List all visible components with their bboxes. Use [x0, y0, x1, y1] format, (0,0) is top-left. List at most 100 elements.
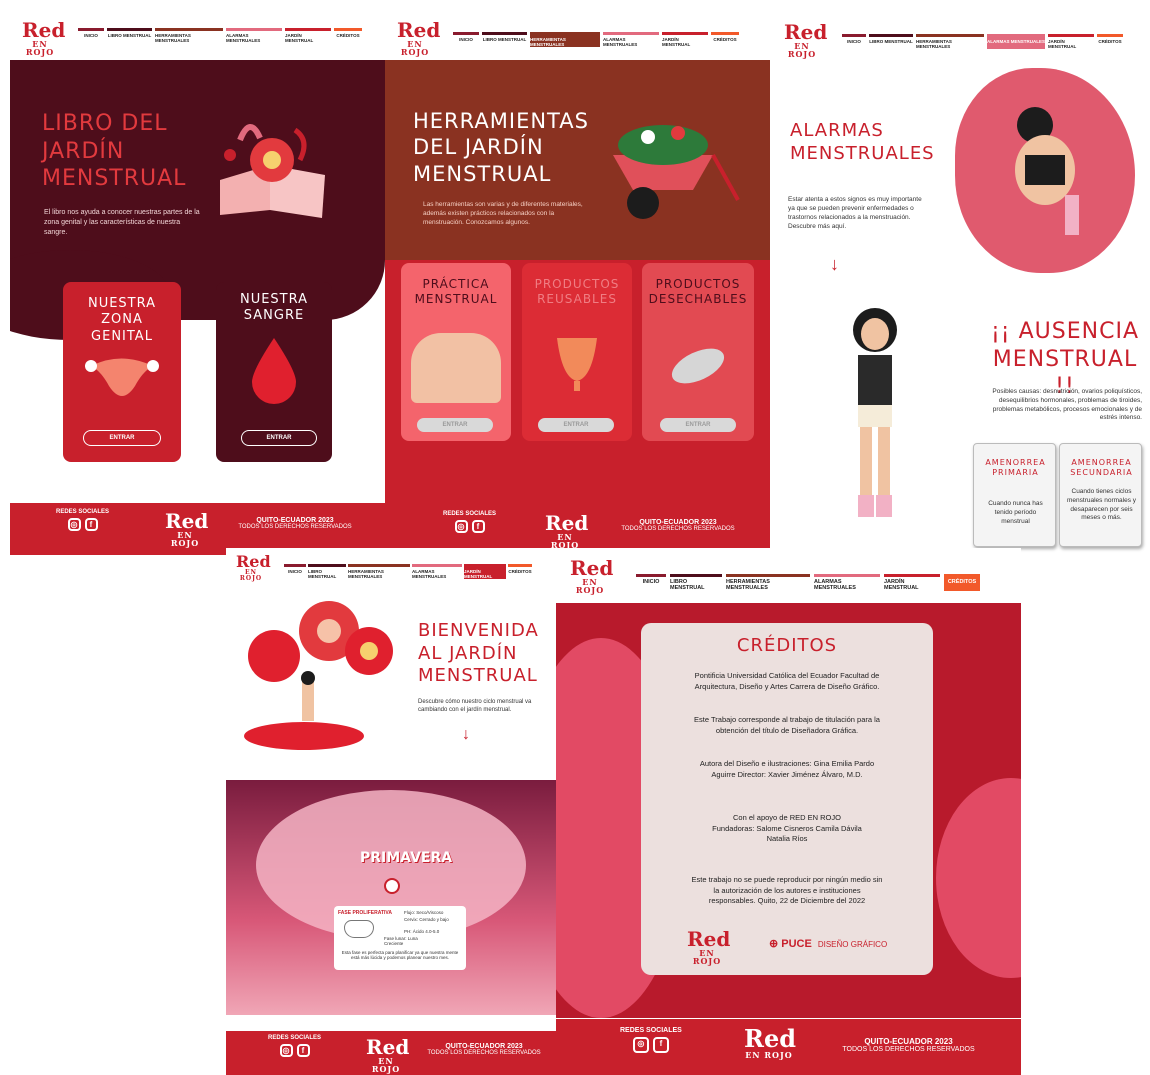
nav-label: JARDÍN MENSTRUAL — [1048, 39, 1077, 49]
nav-jardin[interactable]: JARDÍN MENSTRUAL — [464, 564, 506, 579]
card-amenorrea-secundaria[interactable]: AMENORREA SECUNDARIA Cuando tienes ciclo… — [1059, 443, 1142, 547]
nav-alarmas[interactable]: ALARMAS MENSTRUALES — [814, 574, 880, 591]
card-title: NUESTRA SANGRE — [239, 292, 309, 324]
nav-herramientas[interactable]: HERRAMIENTAS MENSTRUALES — [348, 564, 410, 579]
social-label: REDES SOCIALES — [620, 1027, 682, 1034]
nav-creditos[interactable]: CRÉDITOS — [944, 574, 980, 591]
popup-lunar: Fase lunar: Luna Creciente — [384, 936, 418, 946]
nav-inicio[interactable]: INICIO — [78, 28, 104, 43]
nav-jardin[interactable]: JARDÍN MENSTRUAL — [1048, 34, 1094, 49]
logo-sub: EN ROJO — [25, 39, 55, 57]
nav-herramientas[interactable]: HERRAMIENTAS MENSTRUALES — [155, 28, 223, 43]
logo-sub: EN ROJO — [239, 569, 263, 582]
nav-creditos[interactable]: CRÉDITOS — [334, 28, 362, 43]
enter-button[interactable]: ENTRAR — [660, 418, 736, 432]
nav-label: ALARMAS MENSTRUALES — [226, 33, 261, 43]
enter-button[interactable]: ENTRAR — [538, 418, 614, 432]
nav-libro[interactable]: LIBRO MENSTRUAL — [869, 34, 913, 49]
footer-info: QUITO-ECUADOR 2023 TODOS LOS DERECHOS RES… — [230, 517, 360, 530]
nav-label: LIBRO MENSTRUAL — [869, 39, 913, 44]
nav-herramientas[interactable]: HERRAMIENTAS MENSTRUALES — [530, 32, 600, 47]
ausencia-body: Posibles causas: desnutrición, ovarios p… — [992, 388, 1142, 422]
nav-inicio[interactable]: INICIO — [842, 34, 866, 49]
instagram-icon[interactable]: ◎ — [632, 1037, 649, 1053]
nav-label: HERRAMIENTAS MENSTRUALES — [530, 37, 566, 47]
uterus-illustration — [85, 358, 159, 396]
logo-sub: EN ROJO — [787, 41, 817, 59]
nav-label: JARDÍN MENSTRUAL — [285, 33, 314, 43]
card-reusables[interactable]: PRODUCTOS REUSABLES ENTRAR — [522, 263, 632, 441]
nav-herramientas[interactable]: HERRAMIENTAS MENSTRUALES — [916, 34, 984, 49]
card-sangre[interactable]: NUESTRA SANGRE ENTRAR — [216, 282, 332, 462]
logo-main: Red — [165, 509, 209, 533]
facebook-icon[interactable]: f — [84, 518, 98, 531]
herramientas-panel: Red EN ROJO INICIO LIBRO MENSTRUAL HERRAM… — [385, 10, 770, 555]
creditos-card: CRÉDITOS Pontificia Universidad Católica… — [641, 623, 933, 975]
logo[interactable]: Red EN ROJO — [236, 552, 271, 582]
nav-creditos[interactable]: CRÉDITOS — [711, 32, 739, 47]
logo[interactable]: Red EN ROJO — [570, 558, 613, 594]
nav-creditos[interactable]: CRÉDITOS — [1097, 34, 1123, 49]
popup-flujo: Flujo: Seco/Viscoso — [404, 910, 444, 915]
creditos-title: CRÉDITOS — [736, 635, 838, 656]
facebook-icon[interactable]: f — [471, 520, 485, 533]
nav-alarmas[interactable]: ALARMAS MENSTRUALES — [412, 564, 462, 579]
popup-ph: PH: Ácido 4.0-5.0 — [404, 929, 440, 934]
puce-label: PUCE — [781, 938, 812, 950]
book-illustration — [210, 110, 340, 220]
nav-libro[interactable]: LIBRO MENSTRUAL — [482, 32, 527, 47]
logo-main: Red — [744, 1024, 796, 1053]
card-zona-genital[interactable]: NUESTRA ZONA GENITAL ENTRAR — [63, 282, 181, 462]
credit-para-4: Con el apoyo de RED EN ROJO Fundadoras: … — [712, 813, 862, 843]
logo-main: Red — [545, 511, 589, 535]
nav-label: CRÉDITOS — [508, 569, 532, 574]
nav-libro[interactable]: LIBRO MENSTRUAL — [308, 564, 346, 579]
nav-inicio[interactable]: INICIO — [636, 574, 666, 591]
logo[interactable]: Red EN ROJO — [22, 20, 65, 57]
nav-libro[interactable]: LIBRO MENSTRUAL — [670, 574, 722, 591]
card-practica[interactable]: PRÁCTICA MENSTRUAL ENTRAR — [401, 263, 511, 441]
instagram-icon[interactable]: ◎ — [454, 520, 468, 533]
flowers-illustration — [244, 601, 393, 750]
logo[interactable]: Red EN ROJO — [784, 22, 827, 59]
facebook-icon[interactable]: f — [652, 1037, 669, 1053]
nav-herramientas[interactable]: HERRAMIENTAS MENSTRUALES — [726, 574, 810, 591]
nav-inicio[interactable]: INICIO — [453, 32, 479, 47]
nav-alarmas[interactable]: ALARMAS MENSTRUALES — [226, 28, 282, 43]
card-desechables[interactable]: PRODUCTOS DESECHABLES ENTRAR — [642, 263, 754, 441]
nav-jardin[interactable]: JARDÍN MENSTRUAL — [662, 32, 708, 47]
enter-button[interactable]: ENTRAR — [241, 430, 317, 446]
nav-label: JARDÍN MENSTRUAL — [884, 579, 919, 591]
enter-button[interactable]: ENTRAR — [83, 430, 161, 446]
season-label[interactable]: PRIMAVERA — [360, 850, 452, 866]
nav-label: CRÉDITOS — [336, 33, 360, 38]
footer-logo: Red EN ROJO — [366, 1037, 409, 1073]
nav-label: HERRAMIENTAS MENSTRUALES — [916, 39, 952, 49]
nav-label: HERRAMIENTAS MENSTRUALES — [155, 33, 191, 43]
nav-inicio[interactable]: INICIO — [284, 564, 306, 579]
card-body: Cuando nunca has tenido período menstrua… — [988, 500, 1043, 525]
nav-label: ALARMAS MENSTRUALES — [814, 579, 856, 591]
card-amenorrea-primaria[interactable]: AMENORREA PRIMARIA Cuando nunca has teni… — [973, 443, 1056, 547]
social-label: REDES SOCIALES — [268, 1035, 322, 1041]
nav-alarmas[interactable]: ALARMAS MENSTRUALES — [603, 32, 659, 47]
logo-main: Red — [236, 552, 271, 571]
instagram-icon[interactable]: ◎ — [67, 518, 81, 531]
nav-alarmas[interactable]: ALARMAS MENSTRUALES — [987, 34, 1045, 49]
woman-standing-illustration — [853, 308, 897, 517]
facebook-icon[interactable]: f — [296, 1044, 310, 1057]
nav-libro[interactable]: LIBRO MENSTRUAL — [107, 28, 152, 43]
instagram-icon[interactable]: ◎ — [279, 1044, 293, 1057]
popup-cervix: Cervix: Cerrado y bajo — [404, 917, 449, 922]
libro-body: El libro nos ayuda a conocer nuestras pa… — [44, 209, 200, 236]
phase-marker[interactable] — [384, 878, 400, 894]
nav-jardin[interactable]: JARDÍN MENSTRUAL — [285, 28, 331, 43]
logo-sub: EN ROJO — [170, 530, 200, 548]
logo[interactable]: Red EN ROJO — [397, 18, 441, 56]
enter-button[interactable]: ENTRAR — [417, 418, 493, 432]
cup-illustration — [557, 338, 597, 391]
nav-jardin[interactable]: JARDÍN MENSTRUAL — [884, 574, 940, 591]
logo-main: Red — [397, 18, 441, 42]
social-label: REDES SOCIALES — [56, 509, 110, 515]
nav-creditos[interactable]: CRÉDITOS — [508, 564, 532, 579]
